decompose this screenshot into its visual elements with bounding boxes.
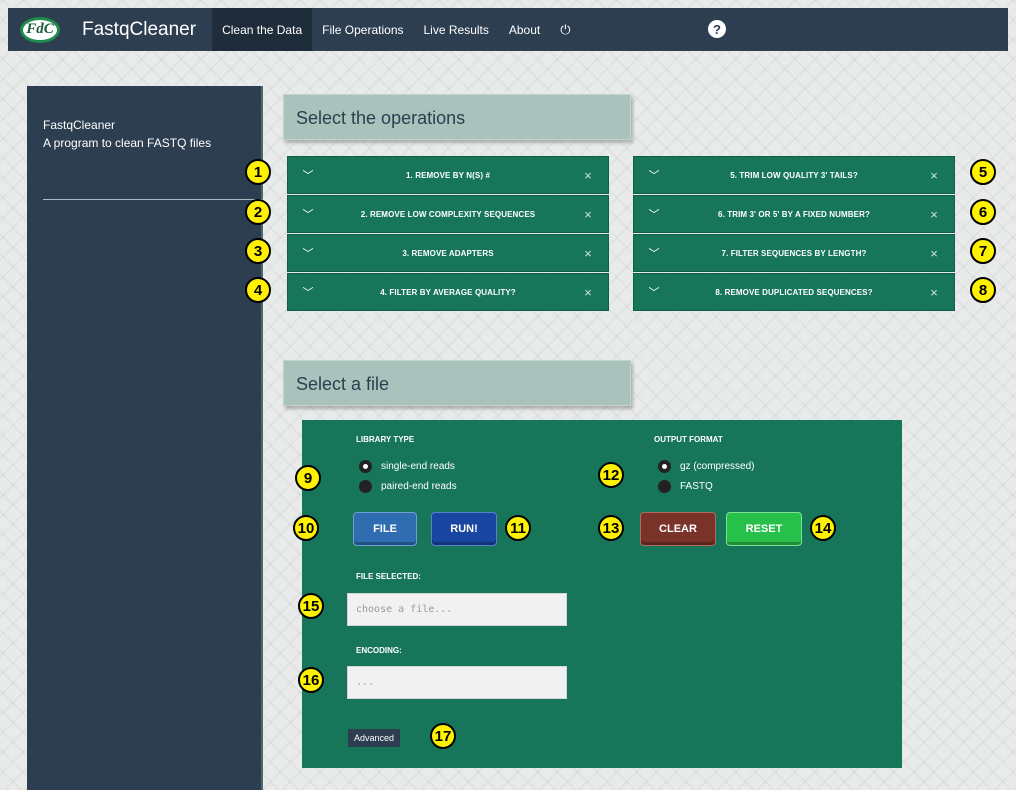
op-label: 1. REMOVE BY N(S) # — [406, 170, 490, 180]
badge-6: 6 — [970, 199, 996, 225]
sidebar: FastqCleaner A program to clean FASTQ fi… — [27, 86, 263, 790]
chevron-down-icon[interactable]: ﹀ — [288, 284, 328, 300]
badge-12: 12 — [598, 462, 624, 488]
radio-fastq[interactable]: FASTQ — [658, 480, 713, 493]
app-logo[interactable]: FdC — [20, 16, 60, 43]
clear-button[interactable]: CLEAR — [640, 512, 716, 546]
close-icon[interactable]: × — [568, 168, 608, 183]
nav-file-operations[interactable]: File Operations — [312, 8, 413, 51]
badge-4: 4 — [245, 277, 271, 303]
radio-paired-end[interactable]: paired-end reads — [359, 480, 457, 493]
reset-button[interactable]: RESET — [726, 512, 802, 546]
close-icon[interactable]: × — [914, 285, 954, 300]
op-trim-low-quality-tails[interactable]: ﹀ 5. TRIM LOW QUALITY 3' TAILS? × — [633, 156, 955, 194]
op-filter-average-quality[interactable]: ﹀ 4. FILTER BY AVERAGE QUALITY? × — [287, 273, 609, 311]
op-label: 3. REMOVE ADAPTERS — [402, 248, 494, 258]
nav-clean-the-data[interactable]: Clean the Data — [212, 8, 313, 51]
op-remove-low-complexity[interactable]: ﹀ 2. REMOVE LOW COMPLEXITY SEQUENCES × — [287, 195, 609, 233]
file-button[interactable]: FILE — [353, 512, 417, 546]
op-remove-adapters[interactable]: ﹀ 3. REMOVE ADAPTERS × — [287, 234, 609, 272]
badge-1: 1 — [245, 159, 271, 185]
op-label: 2. REMOVE LOW COMPLEXITY SEQUENCES — [360, 209, 536, 219]
op-label: 7. FILTER SEQUENCES BY LENGTH? — [721, 248, 867, 258]
run-button[interactable]: RUN! — [431, 512, 497, 546]
op-label: 8. REMOVE DUPLICATED SEQUENCES? — [715, 287, 873, 297]
output-format-label: OUTPUT FORMAT — [654, 435, 723, 444]
badge-9: 9 — [295, 465, 321, 491]
badge-16: 16 — [298, 667, 324, 693]
sidebar-divider — [43, 199, 263, 200]
chevron-down-icon[interactable]: ﹀ — [288, 206, 328, 222]
operations-header: Select the operations — [283, 94, 631, 140]
encoding-input[interactable]: ... — [347, 666, 567, 699]
close-icon[interactable]: × — [568, 246, 608, 261]
op-label: 6. TRIM 3' OR 5' BY A FIXED NUMBER? — [718, 209, 870, 219]
badge-11: 11 — [505, 515, 531, 541]
badge-8: 8 — [970, 277, 996, 303]
file-section-header: Select a file — [283, 360, 631, 406]
advanced-button[interactable]: Advanced — [348, 729, 401, 747]
radio-unselected-icon[interactable] — [359, 480, 372, 493]
sidebar-subtitle: A program to clean FASTQ files — [43, 136, 212, 150]
radio-selected-icon[interactable] — [658, 460, 671, 473]
chevron-down-icon[interactable]: ﹀ — [634, 284, 674, 300]
close-icon[interactable]: × — [568, 285, 608, 300]
power-icon[interactable]: ⏻ — [550, 22, 580, 38]
close-icon[interactable]: × — [914, 207, 954, 222]
close-icon[interactable]: × — [568, 207, 608, 222]
badge-13: 13 — [598, 515, 624, 541]
file-selected-input[interactable]: choose a file... — [347, 593, 567, 626]
close-icon[interactable]: × — [914, 246, 954, 261]
chevron-down-icon[interactable]: ﹀ — [288, 245, 328, 261]
badge-17: 17 — [430, 723, 456, 749]
radio-gz[interactable]: gz (compressed) — [658, 460, 754, 473]
radio-unselected-icon[interactable] — [658, 480, 671, 493]
chevron-down-icon[interactable]: ﹀ — [634, 245, 674, 261]
op-label: 5. TRIM LOW QUALITY 3' TAILS? — [730, 170, 858, 180]
radio-selected-icon[interactable] — [359, 460, 372, 473]
top-navbar: FdC FastqCleaner Clean the Data File Ope… — [8, 8, 1008, 51]
badge-7: 7 — [970, 238, 996, 264]
nav-live-results[interactable]: Live Results — [414, 8, 499, 51]
badge-5: 5 — [970, 159, 996, 185]
encoding-label: ENCODING: — [356, 646, 402, 655]
file-selected-label: FILE SELECTED: — [356, 572, 421, 581]
op-remove-duplicated[interactable]: ﹀ 8. REMOVE DUPLICATED SEQUENCES? × — [633, 273, 955, 311]
badge-15: 15 — [298, 593, 324, 619]
sidebar-title: FastqCleaner — [43, 118, 116, 132]
badge-3: 3 — [245, 238, 271, 264]
op-filter-by-length[interactable]: ﹀ 7. FILTER SEQUENCES BY LENGTH? × — [633, 234, 955, 272]
op-label: 4. FILTER BY AVERAGE QUALITY? — [380, 287, 516, 297]
chevron-down-icon[interactable]: ﹀ — [288, 167, 328, 183]
brand-name[interactable]: FastqCleaner — [82, 19, 196, 41]
radio-single-end[interactable]: single-end reads — [359, 460, 455, 473]
op-remove-by-ns[interactable]: ﹀ 1. REMOVE BY N(S) # × — [287, 156, 609, 194]
badge-14: 14 — [810, 515, 836, 541]
chevron-down-icon[interactable]: ﹀ — [634, 167, 674, 183]
op-trim-fixed-number[interactable]: ﹀ 6. TRIM 3' OR 5' BY A FIXED NUMBER? × — [633, 195, 955, 233]
badge-2: 2 — [245, 199, 271, 225]
badge-10: 10 — [293, 515, 319, 541]
chevron-down-icon[interactable]: ﹀ — [634, 206, 674, 222]
help-icon[interactable]: ? — [708, 20, 726, 38]
nav-about[interactable]: About — [499, 8, 550, 51]
library-type-label: LIBRARY TYPE — [356, 435, 415, 444]
close-icon[interactable]: × — [914, 168, 954, 183]
